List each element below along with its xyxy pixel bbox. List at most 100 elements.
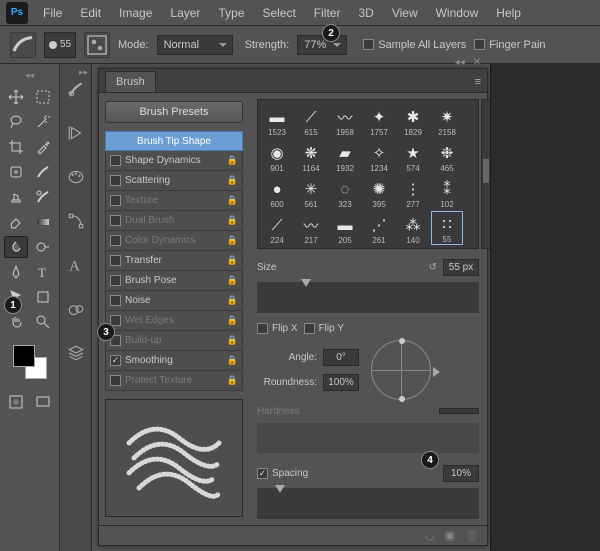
actions-panel-icon[interactable] xyxy=(65,122,87,144)
character-panel-icon[interactable]: A xyxy=(65,254,87,276)
tool-preset-button[interactable] xyxy=(10,32,36,58)
brush-tip-323[interactable]: ◌323 xyxy=(329,175,361,209)
layers-panel-icon[interactable] xyxy=(65,342,87,364)
menu-file[interactable]: File xyxy=(34,6,71,20)
healing-brush-tool[interactable] xyxy=(4,161,28,183)
color-swatches[interactable] xyxy=(13,345,47,379)
size-value[interactable]: 55 px xyxy=(443,259,479,276)
menu-select[interactable]: Select xyxy=(253,6,304,20)
brush-tip-102[interactable]: ⁑102 xyxy=(431,175,463,209)
brush-tip-465[interactable]: ❉465 xyxy=(431,139,463,173)
brush-option-brush-pose[interactable]: Brush Pose🔒 xyxy=(105,271,243,291)
brush-tip-1958[interactable]: 〰1958 xyxy=(329,103,361,137)
panel-collapse-icon[interactable]: ◂◂ xyxy=(455,57,465,68)
menu-window[interactable]: Window xyxy=(427,6,488,20)
lock-icon[interactable]: 🔒 xyxy=(227,255,238,266)
angle-value[interactable]: 0° xyxy=(323,349,359,366)
spacing-checkbox[interactable]: Spacing xyxy=(257,468,308,479)
color-panel-icon[interactable] xyxy=(65,166,87,188)
move-tool[interactable] xyxy=(4,86,28,108)
roundness-value[interactable]: 100% xyxy=(323,374,359,391)
mode-dropdown[interactable]: Normal xyxy=(157,35,233,55)
brush-tip-1932[interactable]: ▰1932 xyxy=(329,139,361,173)
brush-option-dual-brush[interactable]: Dual Brush🔒 xyxy=(105,211,243,231)
delete-brush-icon[interactable]: 🗑 xyxy=(465,529,479,542)
lock-icon[interactable]: 🔒 xyxy=(227,195,238,206)
flip-x-checkbox[interactable]: Flip X xyxy=(257,323,298,334)
lock-icon[interactable]: 🔒 xyxy=(227,375,238,386)
lock-icon[interactable]: 🔒 xyxy=(227,295,238,306)
clone-stamp-tool[interactable] xyxy=(4,186,28,208)
brush-option-scattering[interactable]: Scattering🔒 xyxy=(105,171,243,191)
new-brush-icon[interactable]: ▣ xyxy=(445,529,455,542)
smudge-tool[interactable] xyxy=(4,236,28,258)
zoom-tool[interactable] xyxy=(31,311,55,333)
screen-mode-button[interactable] xyxy=(31,391,55,413)
panel-close-icon[interactable]: ✕ xyxy=(473,57,481,68)
brush-tip-217[interactable]: 〰217 xyxy=(295,211,327,245)
hand-tool[interactable] xyxy=(4,311,28,333)
brush-tip-615[interactable]: ⟋615 xyxy=(295,103,327,137)
lock-icon[interactable]: 🔒 xyxy=(227,355,238,366)
brush-option-protect-texture[interactable]: Protect Texture🔒 xyxy=(105,371,243,391)
gradient-tool[interactable] xyxy=(31,211,55,233)
checkbox-icon[interactable] xyxy=(110,175,121,186)
brush-tip-1234[interactable]: ✧1234 xyxy=(363,139,395,173)
eyedropper-tool[interactable] xyxy=(31,136,55,158)
checkbox-icon[interactable] xyxy=(110,375,121,386)
brush-option-smoothing[interactable]: Smoothing🔒 xyxy=(105,351,243,371)
checkbox-icon[interactable] xyxy=(110,355,121,366)
type-tool[interactable]: T xyxy=(31,261,55,283)
angle-control[interactable] xyxy=(371,340,431,400)
brush-presets-button[interactable]: Brush Presets xyxy=(105,101,243,123)
brush-tip-1757[interactable]: ✦1757 xyxy=(363,103,395,137)
dodge-tool[interactable] xyxy=(31,236,55,258)
brush-option-shape-dynamics[interactable]: Shape Dynamics🔒 xyxy=(105,151,243,171)
brush-option-build-up[interactable]: Build-up🔒 xyxy=(105,331,243,351)
brush-tip-277[interactable]: ⋮277 xyxy=(397,175,429,209)
spacing-value[interactable]: 10% xyxy=(443,465,479,482)
marquee-tool[interactable] xyxy=(31,86,55,108)
history-panel-icon[interactable] xyxy=(65,78,87,100)
brush-tab[interactable]: Brush xyxy=(105,71,156,92)
panel-menu-icon[interactable]: ≡ xyxy=(475,76,481,88)
menu-edit[interactable]: Edit xyxy=(71,6,110,20)
pen-tool[interactable] xyxy=(4,261,28,283)
canvas-area[interactable] xyxy=(490,64,600,551)
brush-tip-901[interactable]: ◉901 xyxy=(261,139,293,173)
checkbox-icon[interactable] xyxy=(110,195,121,206)
menu-help[interactable]: Help xyxy=(487,6,530,20)
menu-layer[interactable]: Layer xyxy=(161,6,209,20)
history-brush-tool[interactable] xyxy=(31,186,55,208)
brush-tip-574[interactable]: ★574 xyxy=(397,139,429,173)
magic-wand-tool[interactable] xyxy=(31,111,55,133)
brush-tip-140[interactable]: ⁂140 xyxy=(397,211,429,245)
flip-y-checkbox[interactable]: Flip Y xyxy=(304,323,344,334)
eraser-tool[interactable] xyxy=(4,211,28,233)
collapse-icon[interactable]: ◂◂ xyxy=(25,70,34,81)
reset-size-icon[interactable]: ↺ xyxy=(429,262,437,273)
toggle-preview-icon[interactable]: ◡ xyxy=(425,529,435,542)
brush-tip-1829[interactable]: ✱1829 xyxy=(397,103,429,137)
lock-icon[interactable]: 🔒 xyxy=(227,155,238,166)
lock-icon[interactable]: 🔒 xyxy=(227,235,238,246)
checkbox-icon[interactable] xyxy=(110,275,121,286)
brush-option-brush-tip-shape[interactable]: Brush Tip Shape xyxy=(105,131,243,151)
menu-3d[interactable]: 3D xyxy=(349,6,382,20)
brush-option-transfer[interactable]: Transfer🔒 xyxy=(105,251,243,271)
shape-tool[interactable] xyxy=(31,286,55,308)
brush-tip-224[interactable]: ⟋224 xyxy=(261,211,293,245)
menu-filter[interactable]: Filter xyxy=(305,6,350,20)
brush-tip-1523[interactable]: ▬1523 xyxy=(261,103,293,137)
foreground-color-swatch[interactable] xyxy=(13,345,35,367)
menu-image[interactable]: Image xyxy=(110,6,161,20)
brush-option-texture[interactable]: Texture🔒 xyxy=(105,191,243,211)
checkbox-icon[interactable] xyxy=(110,235,121,246)
lasso-tool[interactable] xyxy=(4,111,28,133)
checkbox-icon[interactable] xyxy=(110,295,121,306)
brush-tip-261[interactable]: ⋰261 xyxy=(363,211,395,245)
lock-icon[interactable]: 🔒 xyxy=(227,175,238,186)
brush-tip-561[interactable]: ✳561 xyxy=(295,175,327,209)
brush-option-noise[interactable]: Noise🔒 xyxy=(105,291,243,311)
size-slider[interactable] xyxy=(257,282,479,313)
